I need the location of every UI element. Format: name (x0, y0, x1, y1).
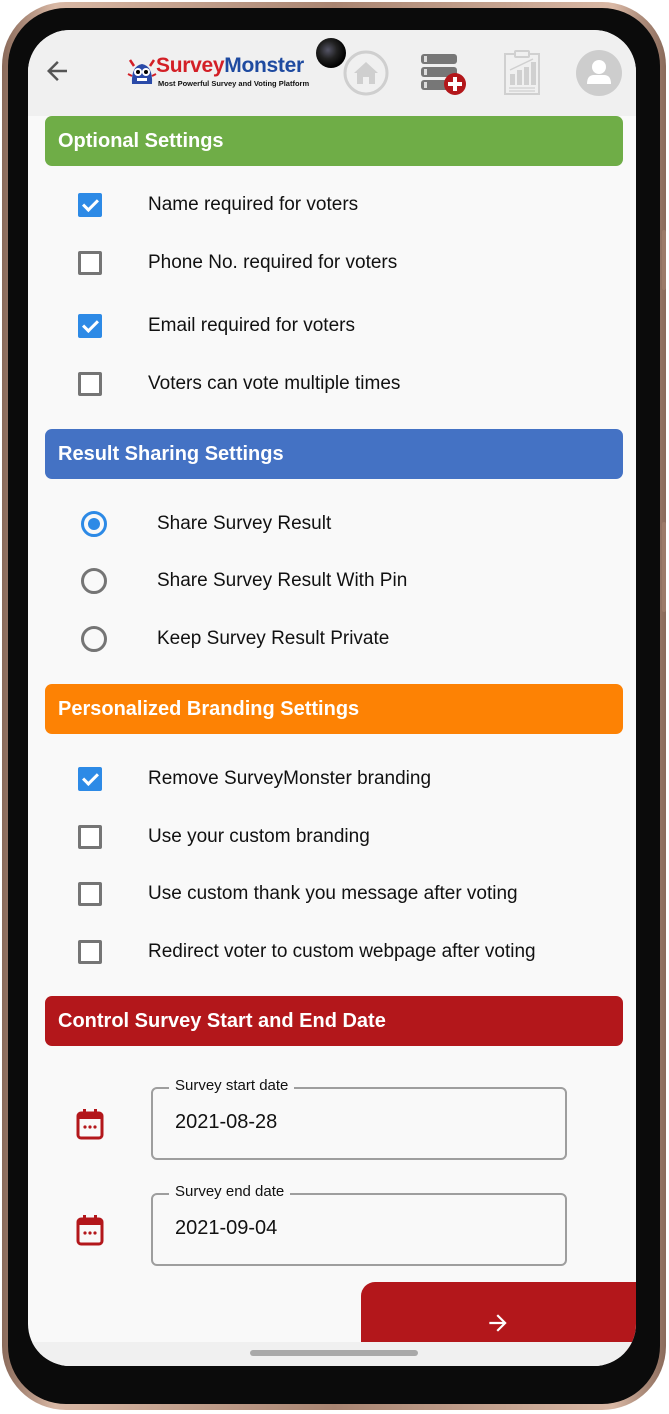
optional-settings-header: Optional Settings (45, 116, 623, 166)
option-phone-required[interactable]: Phone No. required for voters (78, 248, 397, 278)
power-button (662, 522, 666, 612)
option-redirect-webpage[interactable]: Redirect voter to custom webpage after v… (78, 937, 536, 967)
option-label: Use custom thank you message after votin… (148, 883, 518, 904)
radio-share-with-pin[interactable]: Share Survey Result With Pin (78, 566, 407, 596)
checkbox[interactable] (78, 767, 102, 791)
front-camera (316, 38, 346, 68)
option-label: Phone No. required for voters (148, 252, 398, 273)
calendar-icon[interactable] (76, 1214, 104, 1246)
radio-button[interactable] (81, 568, 107, 594)
date-settings-header: Control Survey Start and End Date (45, 996, 623, 1046)
reports-button[interactable] (499, 50, 545, 96)
logo-title: SurveyMonster (156, 54, 304, 78)
checkbox[interactable] (78, 251, 102, 275)
surveymonster-logo[interactable]: SurveyMonster Most Powerful Survey and V… (126, 54, 316, 92)
home-icon (343, 50, 389, 96)
arrow-right-icon (489, 1314, 507, 1332)
survey-end-date-field[interactable]: Survey end date 2021-09-04 (151, 1183, 567, 1266)
option-label: Name required for voters (148, 194, 359, 215)
radio-label: Share Survey Result (157, 513, 332, 534)
option-name-required[interactable]: Name required for voters (78, 190, 358, 220)
option-custom-thank-you[interactable]: Use custom thank you message after votin… (78, 879, 518, 909)
end-date-value: 2021-09-04 (175, 1217, 278, 1239)
system-nav-bar (28, 1342, 636, 1366)
option-label: Email required for voters (148, 315, 355, 336)
database-add-icon (421, 54, 466, 95)
add-survey-button[interactable] (419, 50, 466, 96)
logo-title-monster: Monster (224, 54, 304, 77)
end-date-label: Survey end date (169, 1183, 291, 1200)
checkbox[interactable] (78, 314, 102, 338)
branding-settings-header: Personalized Branding Settings (45, 684, 623, 734)
profile-button[interactable] (576, 50, 622, 96)
option-remove-branding[interactable]: Remove SurveyMonster branding (78, 764, 431, 794)
option-email-required[interactable]: Email required for voters (78, 311, 355, 341)
logo-title-survey: Survey (156, 54, 225, 77)
volume-button (662, 230, 666, 290)
report-chart-icon (504, 50, 540, 95)
user-avatar-icon (576, 50, 622, 96)
radio-button[interactable] (81, 626, 107, 652)
start-date-value: 2021-08-28 (175, 1111, 278, 1133)
radio-share-result[interactable]: Share Survey Result (78, 509, 331, 539)
home-gesture-bar[interactable] (250, 1350, 418, 1356)
logo-tagline: Most Powerful Survey and Voting Platform (158, 79, 310, 88)
start-date-label: Survey start date (169, 1077, 295, 1094)
option-custom-branding[interactable]: Use your custom branding (78, 822, 370, 852)
option-label: Redirect voter to custom webpage after v… (148, 941, 536, 962)
home-button[interactable] (343, 50, 389, 96)
calendar-icon[interactable] (76, 1108, 104, 1140)
result-sharing-header: Result Sharing Settings (45, 429, 623, 479)
option-label: Remove SurveyMonster branding (148, 768, 432, 789)
radio-label: Share Survey Result With Pin (157, 570, 408, 591)
monster-mascot-icon (127, 59, 157, 84)
arrow-left-icon (47, 61, 67, 81)
checkbox[interactable] (78, 882, 102, 906)
radio-label: Keep Survey Result Private (157, 628, 390, 649)
app-screen: SurveyMonster Most Powerful Survey and V… (28, 30, 636, 1366)
survey-start-date-field[interactable]: Survey start date 2021-08-28 (151, 1077, 567, 1160)
checkbox[interactable] (78, 372, 102, 396)
checkbox[interactable] (78, 825, 102, 849)
back-button[interactable] (42, 56, 74, 88)
option-multiple-votes[interactable]: Voters can vote multiple times (78, 369, 400, 399)
checkbox[interactable] (78, 940, 102, 964)
option-label: Use your custom branding (148, 826, 370, 847)
radio-keep-private[interactable]: Keep Survey Result Private (78, 624, 389, 654)
option-label: Voters can vote multiple times (148, 373, 401, 394)
radio-button[interactable] (81, 511, 107, 537)
checkbox[interactable] (78, 193, 102, 217)
